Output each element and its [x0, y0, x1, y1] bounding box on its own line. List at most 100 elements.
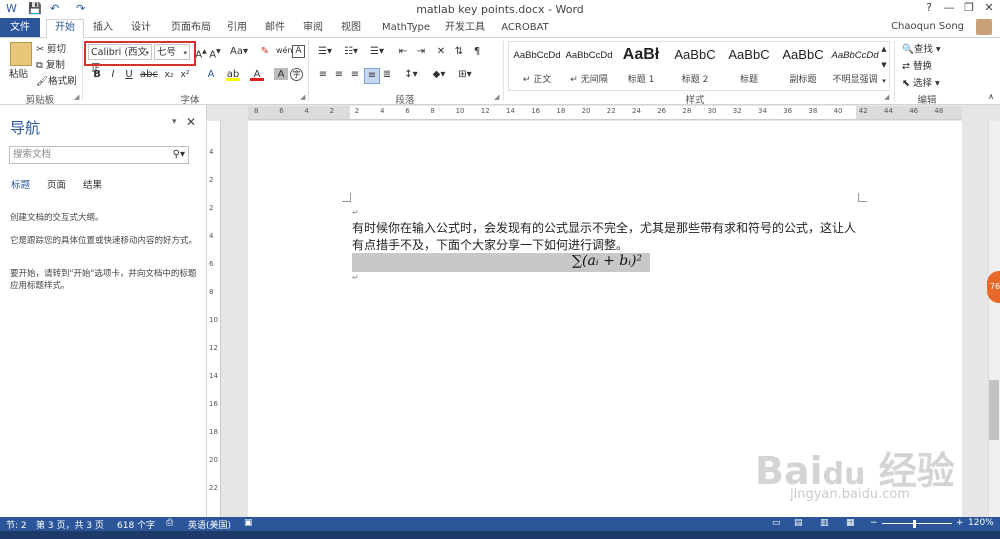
web-layout-icon[interactable]: ▦ [846, 518, 855, 528]
numbering-icon[interactable]: ☷▾ [340, 45, 362, 59]
sort-icon[interactable]: ⇅ [452, 45, 466, 59]
borders-icon[interactable]: ⊞▾ [454, 68, 476, 82]
underline-icon[interactable]: U [122, 68, 136, 82]
char-shading-icon[interactable]: A [274, 68, 288, 80]
restore-button[interactable]: ❐ [960, 1, 978, 15]
change-case-icon[interactable]: Aa▾ [228, 45, 250, 59]
enclose-char-icon[interactable]: 字 [290, 68, 303, 81]
italic-icon[interactable]: I [106, 68, 120, 82]
clear-format-icon[interactable]: ✎ [258, 45, 272, 59]
chinese-layout-icon[interactable]: ✕ [434, 45, 448, 59]
tab-insert[interactable]: 插入 [88, 20, 118, 36]
line-spacing-icon[interactable]: ↕▾ [400, 68, 422, 82]
replace-button[interactable]: ⇄ 替换 [902, 58, 932, 72]
phonetic-guide-icon[interactable]: wén [276, 44, 293, 58]
proofing-icon[interactable]: ⎙ [166, 518, 173, 528]
align-left-icon[interactable]: ≡ [316, 68, 330, 82]
increase-indent-icon[interactable]: ⇥ [414, 45, 428, 59]
superscript-icon[interactable]: x² [178, 68, 192, 82]
nav-tab-headings[interactable]: 标题 [11, 177, 30, 191]
nav-tab-results[interactable]: 结果 [83, 177, 102, 191]
zoom-in-icon[interactable]: + [956, 518, 964, 528]
show-marks-icon[interactable]: ¶ [470, 45, 484, 59]
read-mode-icon[interactable]: ▤ [794, 518, 803, 528]
tab-review[interactable]: 审阅 [298, 20, 328, 36]
scrollbar-thumb[interactable] [989, 380, 999, 440]
close-button[interactable]: ✕ [980, 1, 998, 15]
tab-view[interactable]: 视图 [336, 20, 366, 36]
font-color-icon[interactable]: A [250, 68, 264, 81]
floating-badge[interactable]: 76 [987, 271, 1000, 303]
nav-tab-pages[interactable]: 页面 [47, 177, 66, 191]
zoom-level[interactable]: 120% [968, 518, 994, 528]
nav-search-input[interactable]: 搜索文档 ⚲▾ [9, 146, 189, 164]
search-icon[interactable]: ⚲▾ [173, 147, 185, 163]
subscript-icon[interactable]: x₂ [162, 68, 176, 82]
tab-developer[interactable]: 开发工具 [442, 20, 488, 36]
style-subtle-emphasis[interactable]: AaBbCcDd 不明显强调 [829, 42, 881, 90]
bold-icon[interactable]: B [90, 68, 104, 82]
strikethrough-icon[interactable]: abc [140, 68, 158, 82]
format-painter-button[interactable]: 🖌格式刷 [36, 73, 77, 87]
document-paragraph[interactable]: 有时候你在输入公式时，会发现有的公式显示不完全，尤其是那些带有求和符号的公式，这… [352, 220, 862, 254]
paste-label[interactable]: 粘贴 [9, 66, 28, 80]
align-right-icon[interactable]: ≡ [348, 68, 362, 82]
gallery-more-icon[interactable]: ▾ [879, 74, 889, 88]
decrease-indent-icon[interactable]: ⇤ [396, 45, 410, 59]
tab-home[interactable]: 开始 [46, 19, 84, 39]
styles-launcher-icon[interactable]: ◢ [884, 93, 889, 101]
shrink-font-icon[interactable]: A▼ [208, 45, 222, 60]
status-page[interactable]: 第 3 页，共 3 页 [36, 518, 104, 531]
paragraph-launcher-icon[interactable]: ◢ [494, 93, 499, 101]
user-name[interactable]: Chaoqun Song [891, 21, 964, 32]
style-subtitle[interactable]: AaBbC 副标题 [777, 42, 829, 90]
style-heading1[interactable]: AaBł 标题 1 [615, 42, 667, 90]
highlight-icon[interactable]: ab [226, 68, 240, 81]
style-heading2[interactable]: AaBbC 标题 2 [669, 42, 721, 90]
paste-icon[interactable] [10, 42, 32, 66]
cut-button[interactable]: ✂ 剪切 [36, 41, 66, 55]
tab-references[interactable]: 引用 [222, 20, 252, 36]
char-border-icon[interactable]: A [292, 45, 305, 58]
clipboard-launcher-icon[interactable]: ◢ [74, 93, 79, 101]
bullets-icon[interactable]: ☰▾ [314, 45, 336, 59]
tab-layout[interactable]: 页面布局 [166, 20, 216, 36]
tab-design[interactable]: 设计 [126, 20, 156, 36]
text-effects-icon[interactable]: A [204, 68, 218, 82]
nav-options-icon[interactable]: ▾ [172, 117, 177, 127]
print-layout-icon[interactable]: ▥ [820, 518, 829, 528]
status-words[interactable]: 618 个字 [117, 518, 155, 531]
collapse-ribbon-icon[interactable]: ∧ [984, 90, 998, 104]
tab-file[interactable]: 文件 [0, 18, 40, 37]
style-no-spacing[interactable]: AaBbCcDd ↵ 无间隔 [563, 42, 615, 90]
shading-icon[interactable]: ◆▾ [428, 68, 450, 82]
font-launcher-icon[interactable]: ◢ [300, 93, 305, 101]
align-center-icon[interactable]: ≡ [332, 68, 346, 82]
tab-acrobat[interactable]: ACROBAT [498, 20, 552, 36]
style-title[interactable]: AaBbC 标题 [723, 42, 775, 90]
vertical-scrollbar[interactable] [988, 121, 1000, 517]
avatar[interactable] [976, 19, 992, 35]
grow-font-icon[interactable]: A▲ [194, 45, 208, 60]
status-section[interactable]: 节: 2 [6, 518, 27, 531]
gallery-down-icon[interactable]: ▼ [879, 58, 889, 72]
math-formula[interactable]: ∑(aᵢ + bᵢ)² [572, 253, 642, 269]
select-button[interactable]: ⬉ 选择 ▾ [902, 75, 940, 89]
tab-mailings[interactable]: 邮件 [260, 20, 290, 36]
copy-button[interactable]: ⧉ 复制 [36, 57, 65, 71]
gallery-up-icon[interactable]: ▲ [879, 42, 889, 56]
multilevel-list-icon[interactable]: ☰▾ [366, 45, 388, 59]
style-normal[interactable]: AaBbCcDd ↵ 正文 [511, 42, 563, 90]
status-language[interactable]: 英语(美国) [188, 518, 231, 531]
justify-icon[interactable]: ≡ [364, 68, 380, 84]
macro-icon[interactable]: ▣ [244, 518, 253, 528]
nav-close-icon[interactable]: ✕ [186, 115, 196, 129]
focus-mode-icon[interactable]: ▭ [772, 518, 781, 528]
minimize-button[interactable]: — [940, 1, 958, 15]
zoom-slider[interactable] [882, 523, 952, 524]
distributed-icon[interactable]: ≣ [380, 68, 394, 82]
tab-mathtype[interactable]: MathType [378, 20, 434, 36]
find-button[interactable]: 🔍查找 ▾ [902, 41, 941, 55]
zoom-slider-thumb[interactable] [913, 520, 916, 528]
zoom-out-icon[interactable]: − [870, 518, 878, 528]
